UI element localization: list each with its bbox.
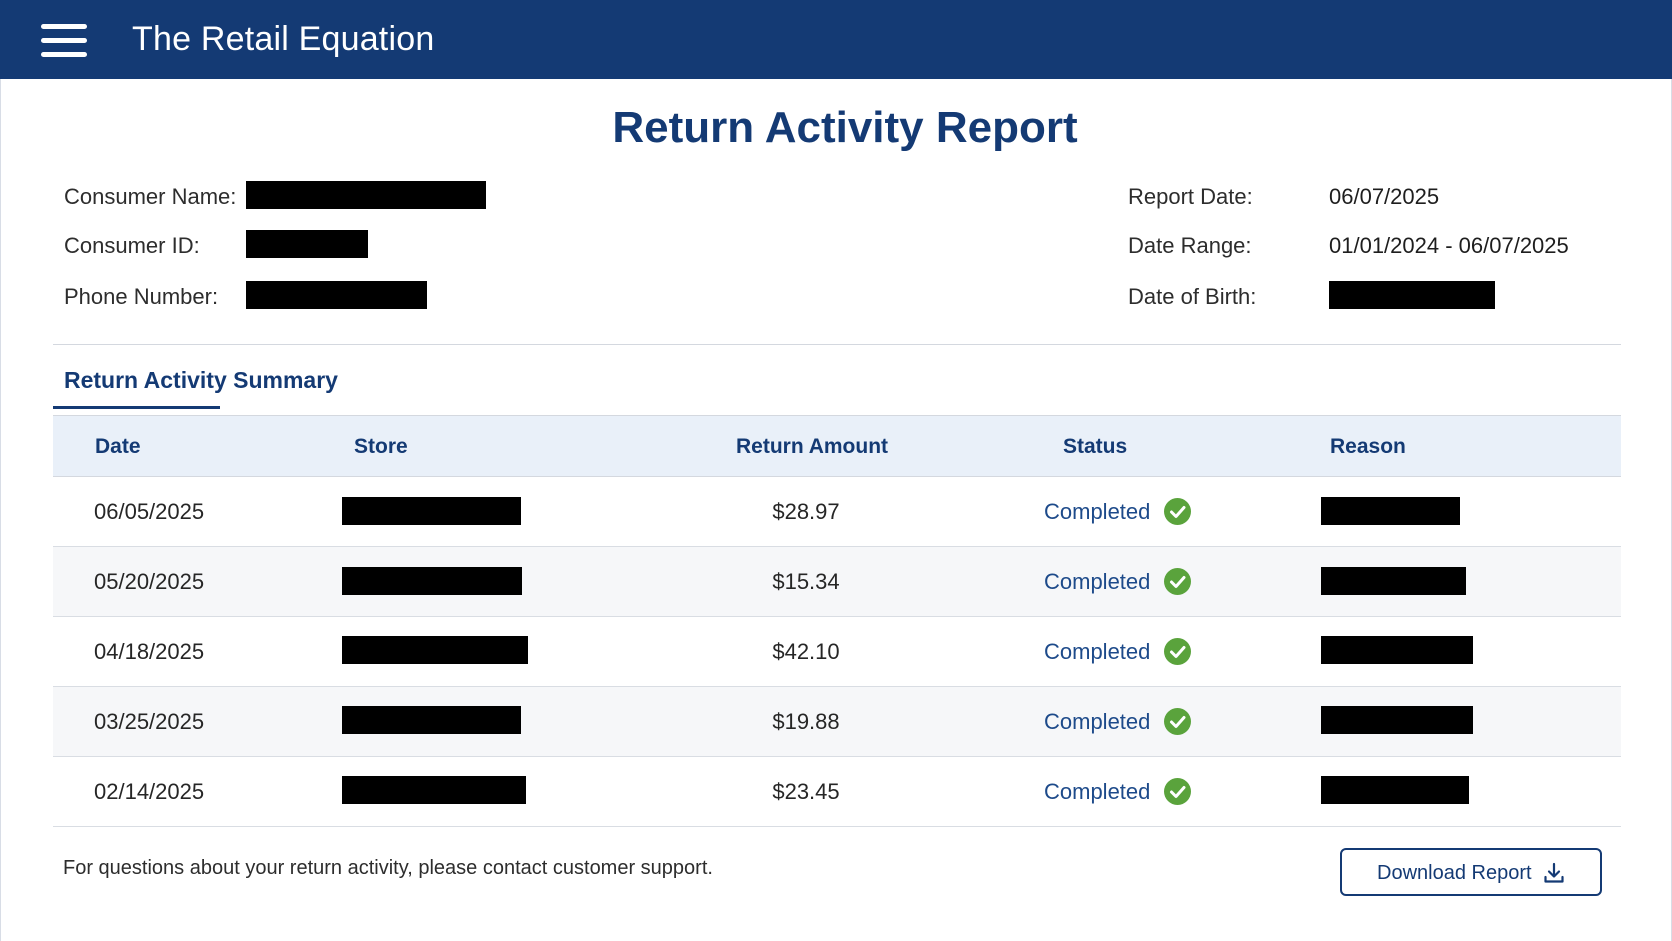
row-date: 04/18/2025 bbox=[94, 639, 205, 664]
column-header-status: Status bbox=[1063, 435, 1128, 458]
date-range-label: Date Range: bbox=[1128, 233, 1252, 258]
row-date: 03/25/2025 bbox=[94, 709, 205, 734]
row-return-amount: $42.10 bbox=[772, 639, 840, 664]
tab-active-underline bbox=[53, 406, 220, 409]
row-status: Completed bbox=[1044, 639, 1151, 664]
row-return-amount: $19.88 bbox=[772, 709, 840, 734]
table-row: 03/25/2025 $19.88 Completed bbox=[53, 687, 1621, 757]
consumer-id-redacted bbox=[246, 230, 368, 258]
check-circle-icon bbox=[1164, 638, 1191, 665]
report-date-label: Report Date: bbox=[1128, 184, 1253, 209]
phone-number-redacted bbox=[246, 281, 427, 309]
row-status: Completed bbox=[1044, 499, 1151, 524]
check-circle-icon bbox=[1164, 708, 1191, 735]
row-reason-redacted bbox=[1321, 567, 1466, 595]
app-title: The Retail Equation bbox=[132, 20, 435, 58]
download-report-label: Download Report bbox=[1377, 862, 1532, 884]
table-row: 02/14/2025 $23.45 Completed bbox=[53, 757, 1621, 827]
row-date: 06/05/2025 bbox=[94, 499, 205, 524]
table-row: 06/05/2025 $28.97 Completed bbox=[53, 477, 1621, 547]
row-reason-redacted bbox=[1321, 636, 1473, 664]
row-reason-redacted bbox=[1321, 706, 1473, 734]
page-title: Return Activity Report bbox=[612, 103, 1078, 152]
row-store-redacted bbox=[342, 636, 528, 664]
phone-number-label: Phone Number: bbox=[64, 284, 219, 309]
date-range-value: 01/01/2024 - 06/07/2025 bbox=[1329, 233, 1569, 258]
row-return-amount: $15.34 bbox=[772, 569, 840, 594]
check-circle-icon bbox=[1164, 498, 1191, 525]
row-return-amount: $23.45 bbox=[772, 779, 840, 804]
menu-icon[interactable] bbox=[41, 22, 87, 58]
row-store-redacted bbox=[342, 497, 521, 525]
report-date-value: 06/07/2025 bbox=[1329, 184, 1440, 209]
consumer-name-redacted bbox=[246, 181, 486, 209]
check-circle-icon bbox=[1164, 568, 1191, 595]
date-of-birth-label: Date of Birth: bbox=[1128, 284, 1257, 309]
consumer-name-label: Consumer Name: bbox=[64, 184, 237, 209]
column-header-date: Date bbox=[95, 435, 141, 458]
table-header: Date Store Return Amount Status Reason bbox=[53, 415, 1621, 477]
date-of-birth-redacted bbox=[1329, 281, 1495, 309]
row-return-amount: $28.97 bbox=[772, 499, 840, 524]
top-bar: The Retail Equation bbox=[0, 0, 1672, 79]
check-circle-icon bbox=[1164, 778, 1191, 805]
row-reason-redacted bbox=[1321, 776, 1469, 804]
consumer-id-label: Consumer ID: bbox=[64, 233, 200, 258]
tab-return-activity-summary[interactable]: Return Activity Summary bbox=[64, 367, 338, 394]
download-icon bbox=[1542, 861, 1566, 891]
row-status: Completed bbox=[1044, 779, 1151, 804]
row-store-redacted bbox=[342, 567, 522, 595]
row-store-redacted bbox=[342, 776, 526, 804]
row-status: Completed bbox=[1044, 569, 1151, 594]
row-date: 05/20/2025 bbox=[94, 569, 205, 594]
table-row: 05/20/2025 $15.34 Completed bbox=[53, 547, 1621, 617]
column-header-store: Store bbox=[354, 435, 408, 458]
row-reason-redacted bbox=[1321, 497, 1460, 525]
row-status: Completed bbox=[1044, 709, 1151, 734]
column-header-reason: Reason bbox=[1330, 435, 1406, 458]
support-note: For questions about your return activity… bbox=[63, 857, 713, 879]
row-date: 02/14/2025 bbox=[94, 779, 205, 804]
column-header-return-amount: Return Amount bbox=[736, 435, 889, 458]
row-store-redacted bbox=[342, 706, 521, 734]
table-row: 04/18/2025 $42.10 Completed bbox=[53, 617, 1621, 687]
section-divider bbox=[53, 344, 1621, 345]
download-report-button[interactable]: Download Report bbox=[1340, 848, 1602, 896]
